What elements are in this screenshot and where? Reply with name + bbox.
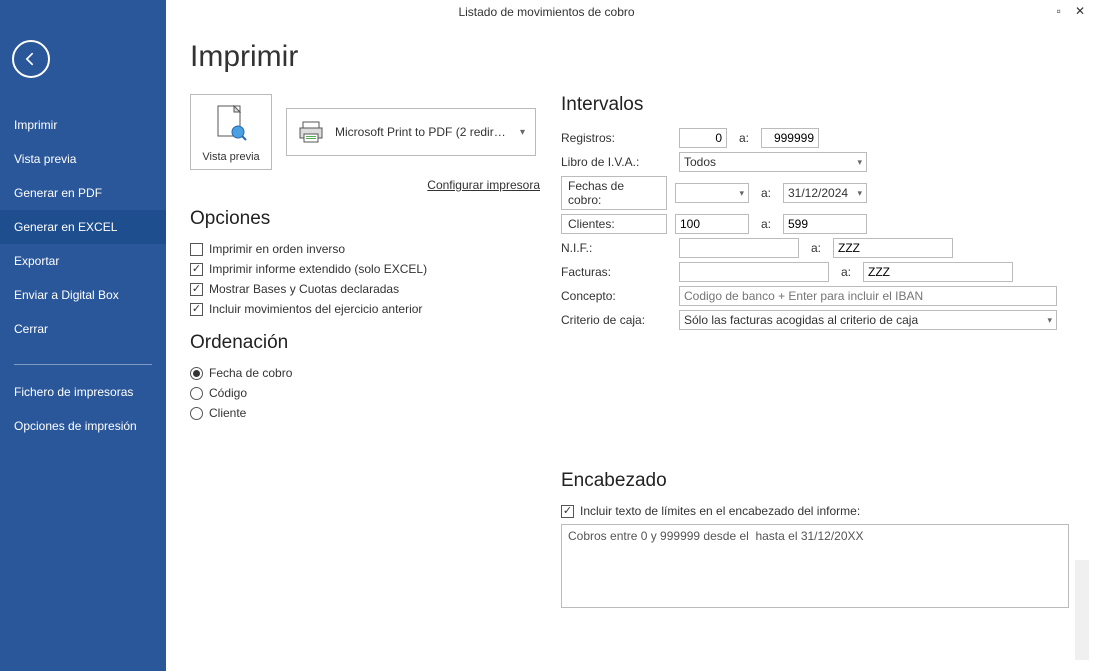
chevron-down-icon: ▾ bbox=[857, 188, 862, 199]
chk-bases[interactable] bbox=[190, 283, 203, 296]
clientes-from-input[interactable] bbox=[675, 214, 749, 234]
fechas-to-value: 31/12/2024 bbox=[788, 186, 848, 200]
sidebar: Imprimir Vista previa Generar en PDF Gen… bbox=[0, 0, 166, 671]
fechas-cobro-button[interactable]: Fechas de cobro: bbox=[561, 176, 667, 210]
opciones-heading: Opciones bbox=[190, 208, 543, 230]
clientes-button[interactable]: Clientes: bbox=[561, 214, 667, 234]
chk-bases-label: Mostrar Bases y Cuotas declaradas bbox=[209, 282, 399, 296]
radio-cliente[interactable] bbox=[190, 407, 203, 420]
libro-select[interactable]: Todos ▾ bbox=[679, 152, 867, 172]
printer-icon bbox=[297, 118, 325, 146]
chevron-down-icon: ▾ bbox=[739, 188, 744, 199]
fechas-from-input[interactable]: ▾ bbox=[675, 183, 749, 203]
close-icon[interactable]: ✕ bbox=[1075, 4, 1085, 18]
sidebar-separator bbox=[14, 364, 152, 365]
page-title: Imprimir bbox=[190, 40, 1069, 74]
radio-fecha-label: Fecha de cobro bbox=[209, 366, 292, 380]
sidebar-item-fichero-impresoras[interactable]: Fichero de impresoras bbox=[0, 375, 166, 409]
encabezado-textarea[interactable] bbox=[561, 524, 1069, 608]
back-button[interactable] bbox=[12, 40, 50, 78]
fechas-to-input[interactable]: 31/12/2024 ▾ bbox=[783, 183, 867, 203]
facturas-sep: a: bbox=[837, 265, 855, 279]
intervalos-heading: Intervalos bbox=[561, 94, 1069, 116]
facturas-label: Facturas: bbox=[561, 265, 671, 279]
registros-to-input[interactable] bbox=[761, 128, 819, 148]
document-preview-icon bbox=[214, 95, 248, 151]
libro-value: Todos bbox=[684, 155, 716, 169]
criterio-label: Criterio de caja: bbox=[561, 313, 671, 327]
maximize-icon[interactable]: ▫ bbox=[1057, 4, 1061, 18]
nif-from-input[interactable] bbox=[679, 238, 799, 258]
concepto-label: Concepto: bbox=[561, 289, 671, 303]
sidebar-item-generar-pdf[interactable]: Generar en PDF bbox=[0, 176, 166, 210]
sidebar-item-opciones-impresion[interactable]: Opciones de impresión bbox=[0, 409, 166, 443]
criterio-value: Sólo las facturas acogidas al criterio d… bbox=[684, 313, 918, 327]
criterio-select[interactable]: Sólo las facturas acogidas al criterio d… bbox=[679, 310, 1057, 330]
clientes-sep: a: bbox=[757, 217, 775, 231]
radio-codigo[interactable] bbox=[190, 387, 203, 400]
sidebar-item-cerrar[interactable]: Cerrar bbox=[0, 312, 166, 346]
sidebar-item-vista-previa[interactable]: Vista previa bbox=[0, 142, 166, 176]
sidebar-item-generar-excel[interactable]: Generar en EXCEL bbox=[0, 210, 166, 244]
nif-sep: a: bbox=[807, 241, 825, 255]
printer-select[interactable]: Microsoft Print to PDF (2 redirecc... ▾ bbox=[286, 108, 536, 156]
libro-label: Libro de I.V.A.: bbox=[561, 155, 671, 169]
nif-to-input[interactable] bbox=[833, 238, 953, 258]
facturas-from-input[interactable] bbox=[679, 262, 829, 282]
chk-incluir-limites-label: Incluir texto de límites en el encabezad… bbox=[580, 504, 860, 518]
chk-anterior-label: Incluir movimientos del ejercicio anteri… bbox=[209, 302, 422, 316]
arrow-left-icon bbox=[21, 49, 41, 69]
chevron-down-icon: ▾ bbox=[857, 157, 862, 168]
registros-from-input[interactable] bbox=[679, 128, 727, 148]
printer-name: Microsoft Print to PDF (2 redirecc... bbox=[335, 125, 510, 139]
sidebar-item-digital-box[interactable]: Enviar a Digital Box bbox=[0, 278, 166, 312]
chk-anterior[interactable] bbox=[190, 303, 203, 316]
nif-label: N.I.F.: bbox=[561, 241, 671, 255]
scrollbar[interactable] bbox=[1075, 560, 1089, 660]
chevron-down-icon: ▾ bbox=[520, 127, 525, 138]
chk-incluir-limites[interactable] bbox=[561, 505, 574, 518]
facturas-to-input[interactable] bbox=[863, 262, 1013, 282]
sidebar-item-imprimir[interactable]: Imprimir bbox=[0, 108, 166, 142]
chk-extendido[interactable] bbox=[190, 263, 203, 276]
registros-sep: a: bbox=[735, 131, 753, 145]
radio-codigo-label: Código bbox=[209, 386, 247, 400]
chk-extendido-label: Imprimir informe extendido (solo EXCEL) bbox=[209, 262, 427, 276]
chk-orden-inverso[interactable] bbox=[190, 243, 203, 256]
radio-fecha[interactable] bbox=[190, 367, 203, 380]
vista-previa-button[interactable]: Vista previa bbox=[190, 94, 272, 170]
chk-orden-inverso-label: Imprimir en orden inverso bbox=[209, 242, 345, 256]
clientes-to-input[interactable] bbox=[783, 214, 867, 234]
radio-cliente-label: Cliente bbox=[209, 406, 246, 420]
encabezado-heading: Encabezado bbox=[561, 470, 1069, 492]
vista-previa-label: Vista previa bbox=[202, 151, 259, 163]
ordenacion-heading: Ordenación bbox=[190, 332, 543, 354]
sidebar-item-exportar[interactable]: Exportar bbox=[0, 244, 166, 278]
chevron-down-icon: ▾ bbox=[1047, 315, 1052, 326]
concepto-input[interactable] bbox=[679, 286, 1057, 306]
registros-label: Registros: bbox=[561, 131, 671, 145]
configurar-impresora-link[interactable]: Configurar impresora bbox=[190, 178, 540, 192]
window-title: Listado de movimientos de cobro bbox=[458, 5, 634, 19]
fechas-sep: a: bbox=[757, 186, 775, 200]
